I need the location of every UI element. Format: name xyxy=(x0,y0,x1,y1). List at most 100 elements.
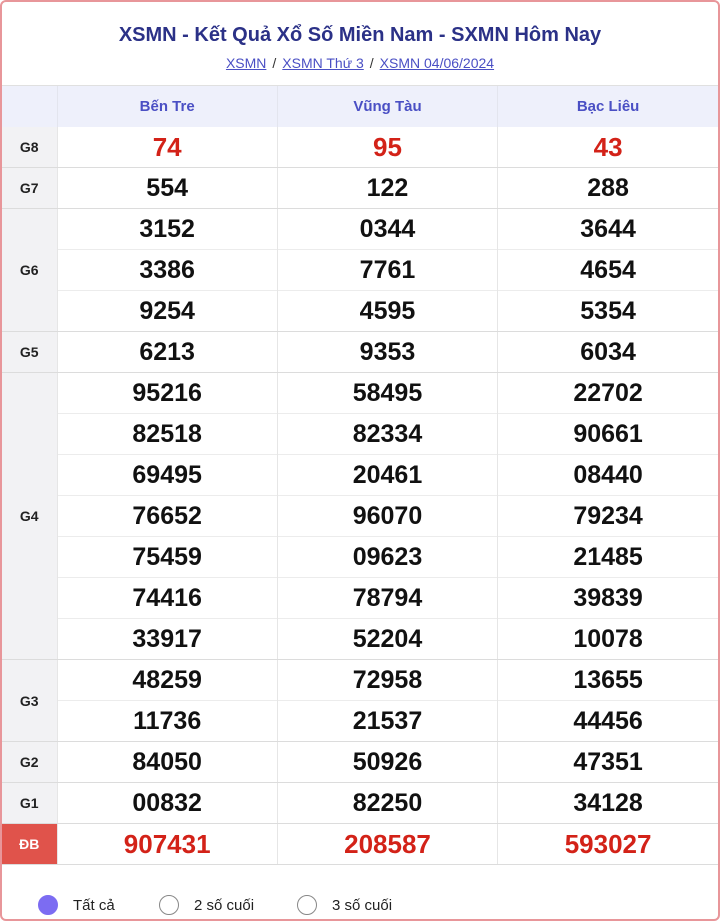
prize-row-g3: G3 48259 11736 72958 21537 13655 44456 xyxy=(2,659,718,742)
prize-number: 90661 xyxy=(498,413,718,454)
prize-number: 78794 xyxy=(277,577,498,618)
results-table: Bến Tre Vũng Tàu Bạc Liêu G8 74 95 43 G7 554 1… xyxy=(2,86,718,865)
filter-option-last-2[interactable]: 2 số cuối xyxy=(159,895,254,915)
prize-number: 208587 xyxy=(344,829,431,859)
header: XSMN - Kết Quả Xổ Số Miền Nam - SXMN Hôm… xyxy=(2,2,718,86)
prize-cell: 907431 xyxy=(56,823,278,865)
prize-cell: 3644 4654 5354 xyxy=(497,208,718,332)
prize-cell: 288 xyxy=(497,167,718,209)
prize-cell: 50926 xyxy=(276,741,498,783)
prize-row-g2: G2 84050 50926 47351 xyxy=(2,741,718,783)
prize-number: 3152 xyxy=(139,215,195,243)
prize-number: 58495 xyxy=(352,379,423,407)
prize-number: 00832 xyxy=(132,789,202,817)
prize-cell: 74 xyxy=(56,127,278,168)
prize-number: 79234 xyxy=(498,495,718,536)
prize-number: 5354 xyxy=(498,290,718,331)
prize-label: G8 xyxy=(2,127,57,168)
province-header[interactable]: Vũng Tàu xyxy=(276,86,498,127)
prize-cell: 84050 xyxy=(56,741,278,783)
breadcrumb-link-date[interactable]: XSMN 04/06/2024 xyxy=(380,55,494,71)
prize-row-g6: G6 3152 3386 9254 0344 7761 4595 3644 4654 5354 xyxy=(2,208,718,332)
prize-cell: 208587 xyxy=(276,823,498,865)
breadcrumb-link-weekday[interactable]: XSMN Thứ 3 xyxy=(282,55,363,71)
prize-number: 84050 xyxy=(132,748,202,776)
prize-label: G4 xyxy=(2,372,57,660)
filter-label: 2 số cuối xyxy=(194,896,255,914)
filter-label: 3 số cuối xyxy=(332,896,393,914)
prize-cell: 00832 xyxy=(56,782,278,824)
prize-number: 44456 xyxy=(498,700,718,741)
prize-number: 6213 xyxy=(139,338,195,366)
prize-number: 6034 xyxy=(580,338,636,366)
filter-option-all[interactable]: Tất cả xyxy=(38,895,115,915)
prize-number: 9254 xyxy=(57,290,277,331)
prize-number: 4654 xyxy=(498,249,718,290)
prize-cell: 58495 82334 20461 96070 09623 78794 52204 xyxy=(276,372,498,660)
page-title: XSMN - Kết Quả Xổ Số Miền Nam - SXMN Hôm… xyxy=(118,24,602,46)
prize-label: G6 xyxy=(2,208,57,332)
prize-number: 52204 xyxy=(277,618,498,659)
prize-cell: 3152 3386 9254 xyxy=(56,208,278,332)
results-card: XSMN - Kết Quả Xổ Số Miền Nam - SXMN Hôm… xyxy=(0,0,720,921)
prize-number: 122 xyxy=(366,174,409,202)
breadcrumb-separator: / xyxy=(272,55,277,71)
prize-number: 47351 xyxy=(573,748,643,776)
prize-cell: 82250 xyxy=(276,782,498,824)
prize-cell: 72958 21537 xyxy=(276,659,498,742)
prize-number: 72958 xyxy=(352,666,423,694)
prize-row-đb: ĐB 907431 208587 593027 xyxy=(2,823,718,865)
prize-number: 7761 xyxy=(277,249,498,290)
prize-number: 0344 xyxy=(359,215,416,243)
prize-number: 554 xyxy=(146,174,189,202)
prize-number: 593027 xyxy=(564,829,652,859)
prize-label: ĐB xyxy=(2,823,57,865)
prize-number: 3644 xyxy=(580,215,636,243)
prize-cell: 554 xyxy=(56,167,278,209)
prize-number: 74 xyxy=(152,132,182,162)
prize-number: 82518 xyxy=(57,413,277,454)
province-header[interactable]: Bến Tre xyxy=(56,86,278,127)
prize-number: 74416 xyxy=(57,577,277,618)
prize-number: 34128 xyxy=(573,789,643,817)
prize-number: 09623 xyxy=(277,536,498,577)
radio-selected-icon[interactable] xyxy=(38,895,58,915)
prize-row-g8: G8 74 95 43 xyxy=(2,127,718,168)
breadcrumb-separator: / xyxy=(369,55,374,71)
prize-number: 907431 xyxy=(123,829,211,859)
filter-option-last-3[interactable]: 3 số cuối xyxy=(297,895,392,915)
prize-number: 08440 xyxy=(498,454,718,495)
prize-label: G3 xyxy=(2,659,57,742)
radio-empty-icon[interactable] xyxy=(159,895,179,915)
prize-number: 96070 xyxy=(277,495,498,536)
prize-cell: 0344 7761 4595 xyxy=(276,208,498,332)
header-corner xyxy=(2,86,57,127)
prize-cell: 13655 44456 xyxy=(497,659,718,742)
prize-number: 33917 xyxy=(57,618,277,659)
prize-number: 21485 xyxy=(498,536,718,577)
prize-cell: 122 xyxy=(276,167,498,209)
prize-number: 82334 xyxy=(277,413,498,454)
prize-label: G1 xyxy=(2,782,57,824)
prize-cell: 95 xyxy=(276,127,498,168)
prize-cell: 48259 11736 xyxy=(56,659,278,742)
prize-number: 76652 xyxy=(57,495,277,536)
prize-number: 50926 xyxy=(352,748,423,776)
prize-number: 22702 xyxy=(573,379,643,407)
prize-row-g7: G7 554 122 288 xyxy=(2,167,718,209)
breadcrumb-link-xsmn[interactable]: XSMN xyxy=(226,55,266,71)
prize-number: 9353 xyxy=(359,338,416,366)
filter-label: Tất cả xyxy=(73,896,115,914)
radio-empty-icon[interactable] xyxy=(297,895,317,915)
prize-number: 21537 xyxy=(277,700,498,741)
prize-rows: G8 74 95 43 G7 554 122 288 G6 3152 3386 9254 0344 776… xyxy=(2,127,718,865)
prize-number: 288 xyxy=(587,174,629,202)
prize-cell: 95216 82518 69495 76652 75459 74416 33917 xyxy=(56,372,278,660)
province-header: Bạc Liêu xyxy=(497,86,718,127)
prize-cell: 43 xyxy=(497,127,718,168)
prize-cell: 593027 xyxy=(497,823,718,865)
prize-cell: 34128 xyxy=(497,782,718,824)
prize-cell: 6034 xyxy=(497,331,718,373)
province-header-row: Bến Tre Vũng Tàu Bạc Liêu xyxy=(2,86,718,127)
prize-label: G7 xyxy=(2,167,57,209)
